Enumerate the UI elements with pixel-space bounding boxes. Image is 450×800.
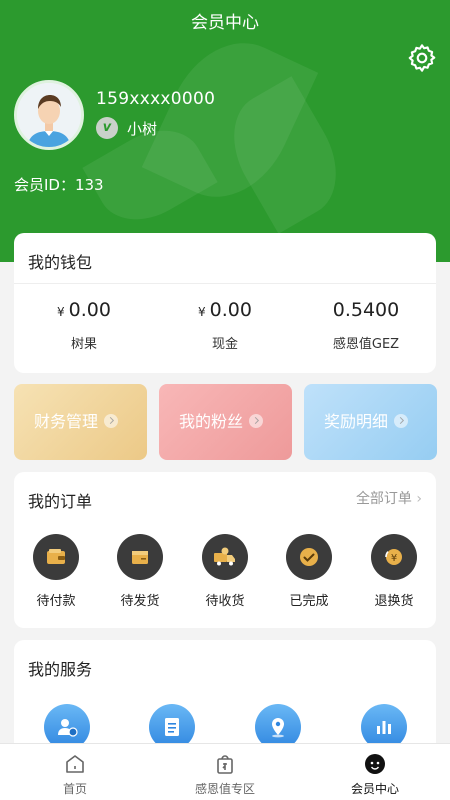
orders-card: 我的订单 全部订单 › 待付款 待发货 待收货 已完成 ¥ 退换货	[14, 472, 436, 628]
tile-label: 奖励明细	[324, 412, 389, 431]
chevron-right-icon	[394, 414, 409, 428]
tab-member-center[interactable]: 会员中心	[300, 752, 450, 797]
user-phone: 159xxxx0000	[96, 89, 216, 109]
member-icon	[363, 752, 387, 776]
refund-icon: ¥	[371, 534, 417, 580]
user-avatar-icon	[17, 83, 81, 147]
page-title: 会员中心	[191, 13, 259, 33]
tab-label: 首页	[62, 782, 87, 796]
divider	[14, 283, 436, 284]
orders-title: 我的订单	[28, 492, 93, 511]
chevron-right-icon	[104, 414, 119, 428]
wallet-label: 树果	[70, 337, 97, 352]
tile-label: 财务管理	[34, 412, 99, 431]
wallet-label: 现金	[211, 337, 238, 352]
tab-home[interactable]: 首页	[0, 752, 150, 797]
reward-details-button[interactable]: 奖励明细	[304, 384, 437, 460]
tab-label: 会员中心	[350, 782, 399, 796]
order-label: 待发货	[120, 594, 160, 609]
order-label: 退换货	[374, 594, 414, 609]
chevron-right-icon	[249, 414, 264, 428]
wallet-card: 我的钱包 ¥0.00 树果 ¥0.00 现金 0.5400 感恩值GEZ	[14, 233, 436, 373]
wallet-value: 0.00	[209, 299, 252, 321]
order-pending-receipt[interactable]: 待收货	[183, 534, 267, 609]
finance-management-button[interactable]: 财务管理	[14, 384, 147, 460]
currency-symbol: ¥	[198, 305, 206, 319]
bottom-tab-bar: 首页 感恩值专区 会员中心	[0, 743, 450, 800]
wallet-label: 感恩值GEZ	[332, 337, 400, 352]
tab-gratitude-zone[interactable]: 感恩值专区	[150, 752, 300, 797]
svg-text:¥: ¥	[391, 553, 397, 564]
level-badge-icon: v	[96, 117, 118, 139]
shopping-bag-icon	[213, 752, 237, 776]
wallet-value: 0.5400	[332, 299, 400, 321]
package-icon	[117, 534, 163, 580]
currency-symbol: ¥	[57, 305, 65, 319]
member-header: 会员中心 159xxxx0000 v 小树 会员ID：133	[0, 0, 450, 262]
wallet-value: 0.00	[68, 299, 111, 321]
delivery-truck-icon	[202, 534, 248, 580]
my-fans-button[interactable]: 我的粉丝	[159, 384, 292, 460]
member-level: 小树	[127, 120, 158, 138]
order-label: 已完成	[289, 594, 329, 609]
wallet-icon	[33, 534, 79, 580]
all-orders-link[interactable]: 全部订单 ›	[356, 488, 422, 508]
order-pending-shipment[interactable]: 待发货	[98, 534, 182, 609]
avatar[interactable]	[14, 80, 84, 150]
member-id: 会员ID：133	[14, 176, 104, 194]
all-orders-label: 全部订单	[355, 491, 412, 507]
settings-gear-icon[interactable]	[406, 42, 438, 74]
wallet-item-gez[interactable]: 0.5400 感恩值GEZ	[296, 299, 436, 352]
chevron-right-icon: ›	[416, 491, 422, 507]
wallet-item-cash[interactable]: ¥0.00 现金	[155, 299, 295, 352]
wallet-title: 我的钱包	[28, 253, 93, 272]
order-refund[interactable]: ¥ 退换货	[352, 534, 436, 609]
wallet-item-shuguo[interactable]: ¥0.00 树果	[14, 299, 154, 352]
tile-label: 我的粉丝	[179, 412, 244, 431]
order-label: 待付款	[36, 594, 76, 609]
tab-label: 感恩值专区	[194, 782, 255, 796]
check-circle-icon	[286, 534, 332, 580]
home-icon	[63, 752, 87, 776]
order-label: 待收货	[205, 594, 245, 609]
order-completed[interactable]: 已完成	[267, 534, 351, 609]
services-title: 我的服务	[28, 660, 93, 679]
order-pending-payment[interactable]: 待付款	[14, 534, 98, 609]
